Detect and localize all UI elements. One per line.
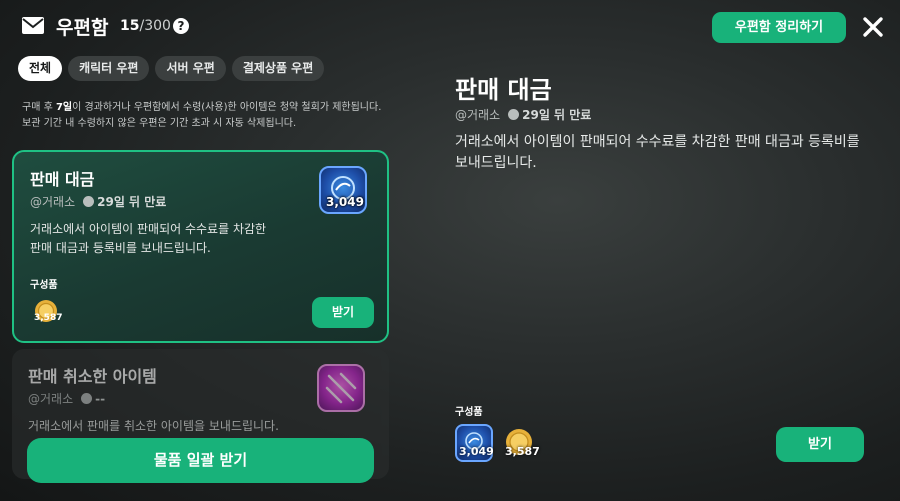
top-bar: 우편함 15/300 ? 우편함 정리하기 [0,0,900,52]
tab-all[interactable]: 전체 [18,56,63,81]
detail-coin-amount: 3,587 [505,445,540,458]
mail-card-meta: @거래소 -- [28,390,105,407]
tab-purchase-mail[interactable]: 결제상품 우편 [231,56,325,81]
collect-all-button[interactable]: 물품 일괄 받기 [27,438,374,483]
coin-amount: 3,587 [34,313,63,323]
mail-count: 15/300 [120,18,171,34]
mail-card-sender: @거래소 [28,392,74,406]
mail-card-sender: @거래소 [30,195,76,209]
mail-category-tabs: 전체 캐릭터 우편 서버 우편 결제상품 우편 [18,56,325,81]
mail-card-body: 거래소에서 아이템이 판매되어 수수료를 차감한 판매 대금과 등록비를 보내드… [30,222,267,255]
detail-body: 거래소에서 아이템이 판매되어 수수료를 차감한 판매 대금과 등록비를 보내드… [455,134,860,171]
close-icon[interactable] [862,16,884,38]
detail-receive-button[interactable]: 받기 [776,427,864,462]
mail-count-current: 15 [120,18,140,34]
clock-icon [508,109,520,120]
crossbow-item-icon [317,364,365,412]
detail-components-label: 구성품 [455,407,483,418]
detail-item-amount: 3,049 [459,445,494,458]
notice-line-2: 보관 기간 내 수령하지 않은 우편은 기간 초과 시 자동 삭제됩니다. [22,118,297,129]
tab-character-mail[interactable]: 캐릭터 우편 [68,56,150,81]
detail-sender: @거래소 [455,108,501,122]
help-icon[interactable]: ? [173,18,189,34]
crossbow-item-glyph [325,372,357,404]
item-amount: 3,049 [326,195,364,209]
mail-card-expiry: 29일 뒤 만료 [97,195,167,209]
clock-icon [83,196,95,207]
components-label: 구성품 [30,280,58,291]
mail-card-title: 판매 취소한 아이템 [28,367,157,386]
receive-button[interactable]: 받기 [312,297,374,328]
page-title: 우편함 [56,17,109,39]
notice-line-1-bold: 7일 [55,102,73,113]
notice-line-1-pre: 구매 후 [22,102,56,113]
tab-server-mail[interactable]: 서버 우편 [155,56,226,81]
detail-expiry: 29일 뒤 만료 [522,108,592,122]
notice-line-1-post: 이 경과하거나 우편함에서 수령(사용)한 아이템은 청약 철회가 제한됩니다. [72,102,382,113]
mail-card-title: 판매 대금 [30,170,95,189]
mail-count-total: /300 [139,18,171,34]
detail-title: 판매 대금 [455,76,552,104]
mail-icon [22,17,44,34]
notice-line-1: 구매 후 7일이 경과하거나 우편함에서 수령(사용)한 아이템은 청약 철회가… [22,100,402,116]
detail-meta: @거래소 29일 뒤 만료 [455,106,591,123]
mail-card-sale-proceeds[interactable]: 판매 대금 @거래소 29일 뒤 만료 거래소에서 아이템이 판매되어 수수료를 … [12,150,389,343]
organize-mailbox-button[interactable]: 우편함 정리하기 [712,12,846,43]
mail-card-meta: @거래소 29일 뒤 만료 [30,193,166,210]
notice-text: 구매 후 7일이 경과하거나 우편함에서 수령(사용)한 아이템은 청약 철회가… [22,100,402,132]
clock-icon [81,393,93,404]
mail-card-body: 거래소에서 판매를 취소한 아이템을 보내드립니다. [28,419,279,433]
mail-card-expiry: -- [95,392,106,406]
